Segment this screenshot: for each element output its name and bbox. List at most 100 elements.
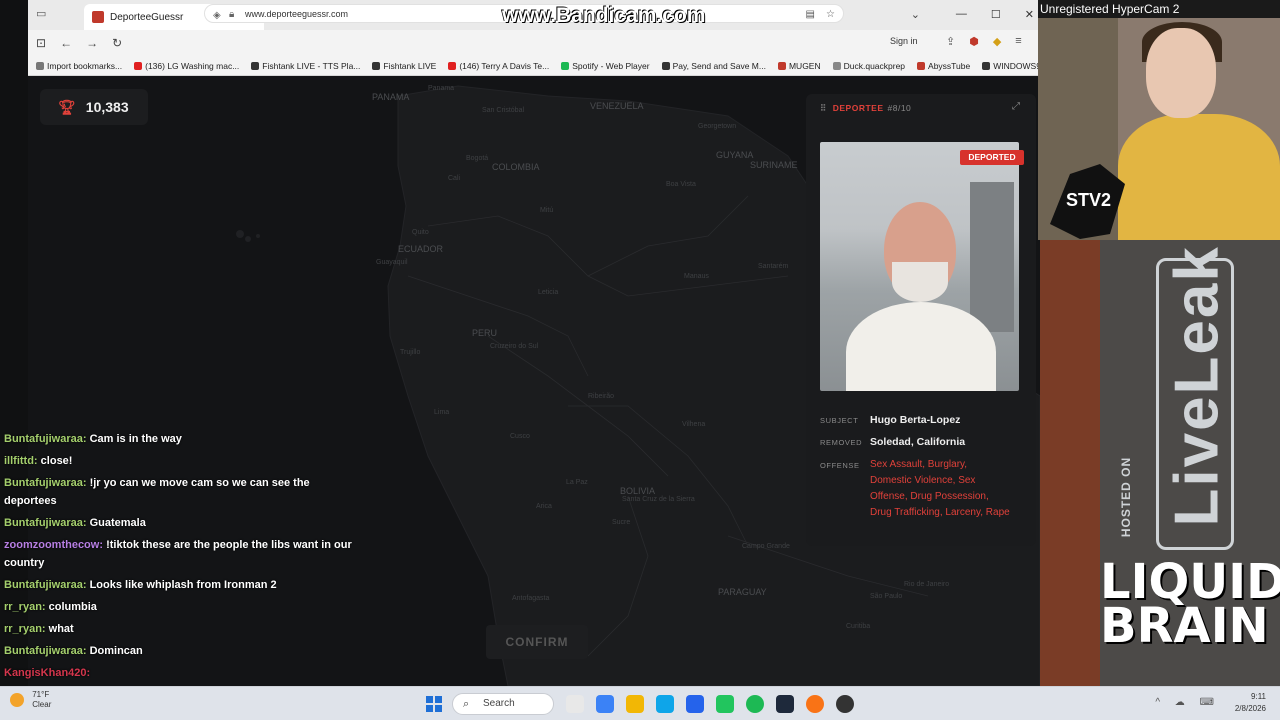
window-controls: — ☐ ✕ [956, 8, 1034, 21]
bookmarks-bar: Import bookmarks... (136) LG Washing mac.… [28, 58, 1040, 74]
svg-text:Panama: Panama [428, 85, 454, 92]
bookmark-item[interactable]: Import bookmarks... [36, 61, 122, 71]
chat-username: KangisKhan420: [4, 667, 91, 679]
bookmark-label: Pay, Send and Save M... [672, 61, 766, 71]
bookmark-item[interactable]: AbyssTube [917, 61, 970, 71]
chat-text: Domincan [89, 645, 143, 657]
sidebar-icon[interactable]: ⊡ [36, 36, 46, 50]
svg-text:SURINAME: SURINAME [750, 160, 798, 170]
svg-text:Mitú: Mitú [540, 207, 553, 214]
sun-icon [10, 693, 24, 707]
reader-view-icon[interactable]: ▤ [806, 6, 815, 24]
chat-text: Looks like whiplash from Ironman 2 [89, 579, 277, 591]
file-explorer-icon[interactable] [626, 695, 644, 713]
tracking-shield-icon[interactable]: ◈ [213, 7, 221, 25]
bookmark-item[interactable]: Fishtank LIVE [372, 61, 436, 71]
svg-text:Lima: Lima [434, 409, 449, 416]
taskbar-apps [566, 695, 854, 713]
extension-icon[interactable]: ◆ [993, 35, 1001, 48]
bookmark-item[interactable]: Fishtank LIVE - TTS Pla... [251, 61, 360, 71]
edge-icon[interactable] [656, 695, 674, 713]
hypercam-label: Unregistered HyperCam 2 [1038, 0, 1280, 18]
lock-icon[interactable]: 🔒︎ [229, 6, 234, 24]
svg-text:ECUADOR: ECUADOR [398, 244, 444, 254]
subject-value: Hugo Berta-Lopez [870, 414, 961, 426]
weather-temp: 71°F [32, 690, 50, 699]
obs-icon[interactable] [836, 695, 854, 713]
app-icon[interactable] [716, 695, 734, 713]
confirm-button[interactable]: CONFIRM [486, 625, 588, 659]
svg-text:Campo Grande: Campo Grande [742, 543, 790, 550]
svg-text:Antofagasta: Antofagasta [512, 595, 549, 602]
back-icon[interactable]: ← [60, 36, 72, 50]
bookmark-item[interactable]: Duck.quackprep [832, 61, 905, 71]
weather-widget[interactable]: 71°F Clear [10, 690, 51, 710]
search-label: Search [483, 698, 515, 709]
refresh-icon[interactable]: ↻ [112, 36, 122, 50]
bookmark-item[interactable]: MUGEN [777, 61, 821, 71]
spotify-icon[interactable] [746, 695, 764, 713]
svg-text:Boa Vista: Boa Vista [666, 181, 696, 188]
svg-text:Cali: Cali [448, 175, 461, 182]
svg-text:Leticia: Leticia [538, 289, 558, 296]
svg-text:STV2: STV2 [1066, 190, 1111, 210]
steam-icon[interactable] [776, 695, 794, 713]
maximize-icon[interactable]: ☐ [991, 8, 1001, 21]
bookmark-item[interactable]: (136) LG Washing mac... [134, 61, 239, 71]
close-window-icon[interactable]: ✕ [1025, 8, 1034, 21]
bookmark-favicon-icon [36, 62, 44, 70]
bookmark-item[interactable]: WINDOWS93 [982, 61, 1040, 71]
menu-icon[interactable]: ≡ [1015, 35, 1021, 48]
forward-icon[interactable]: → [86, 36, 98, 50]
minimize-icon[interactable]: — [956, 8, 967, 21]
trophy-icon: 🏆︎ [58, 98, 76, 115]
bookmark-label: (136) LG Washing mac... [145, 61, 240, 71]
bookmark-item[interactable]: Pay, Send and Save M... [661, 61, 766, 71]
taskbar-search[interactable]: ⌕ Search [452, 693, 554, 715]
svg-text:Santarém: Santarém [758, 263, 789, 270]
chat-message: Buntafujiwaraa: Guatemala [4, 514, 364, 532]
clock[interactable]: 9:11 2/8/2026 [1235, 691, 1266, 715]
svg-text:Vilhena: Vilhena [682, 421, 705, 428]
bookmark-label: MUGEN [788, 61, 821, 71]
store-icon[interactable] [686, 695, 704, 713]
chat-username: rr_ryan: [4, 623, 46, 635]
score-value: 10,383 [85, 99, 129, 115]
svg-text:Trujillo: Trujillo [400, 349, 420, 356]
drag-handle-icon[interactable]: ⠿ [820, 103, 827, 113]
chat-message: zoomzoomthecow: !tiktok these are the pe… [4, 536, 364, 572]
bookmark-label: Fishtank LIVE - TTS Pla... [262, 61, 361, 71]
firefox-icon[interactable] [806, 695, 824, 713]
deportee-photo [820, 142, 1019, 391]
ublock-icon[interactable]: ⬢ [969, 35, 979, 48]
bookmark-item[interactable]: (146) Terry A Davis Te... [448, 61, 549, 71]
svg-text:GUYANA: GUYANA [716, 150, 753, 160]
share-icon[interactable]: ⇪ [946, 35, 955, 48]
svg-text:Cusco: Cusco [510, 433, 530, 440]
system-tray-icons[interactable]: ^ ☁ ⌨ [1155, 697, 1220, 708]
toolbar-icons: ⇪ ⬢ ◆ ≡ [946, 35, 1022, 48]
offense-label: OFFENSE [820, 461, 860, 470]
chat-text: what [48, 623, 74, 635]
sign-in-button[interactable]: Sign in [890, 36, 918, 46]
svg-text:Georgetown: Georgetown [698, 123, 736, 130]
widgets-icon[interactable] [566, 695, 584, 713]
bookmark-item[interactable]: Spotify - Web Player [561, 61, 650, 71]
card-title: DEPORTEE [832, 103, 884, 113]
bookmark-star-icon[interactable]: ☆ [826, 6, 835, 24]
chat-message: KangisKhan420: [4, 664, 364, 682]
card-index: #8/10 [887, 103, 912, 113]
chat-username: Buntafujiwaraa: [4, 645, 87, 657]
hosted-on-label: HOSTED ON [1119, 456, 1134, 538]
svg-text:São Paulo: São Paulo [870, 593, 902, 600]
tab-list-chevron-icon[interactable]: ⌄ [911, 8, 920, 21]
svg-text:Guayaquil: Guayaquil [376, 259, 408, 266]
chat-message: Buntafujiwaraa: Domincan [4, 642, 364, 660]
sidebar-toggle-icon[interactable]: ▭ [36, 7, 46, 20]
svg-text:Rio de Janeiro: Rio de Janeiro [904, 581, 949, 588]
copilot-icon[interactable] [596, 695, 614, 713]
chat-text: Cam is in the way [89, 433, 182, 445]
chat-username: illfittd: [4, 455, 38, 467]
start-button[interactable] [426, 696, 442, 712]
expand-icon[interactable]: ⤢ [1012, 101, 1020, 112]
